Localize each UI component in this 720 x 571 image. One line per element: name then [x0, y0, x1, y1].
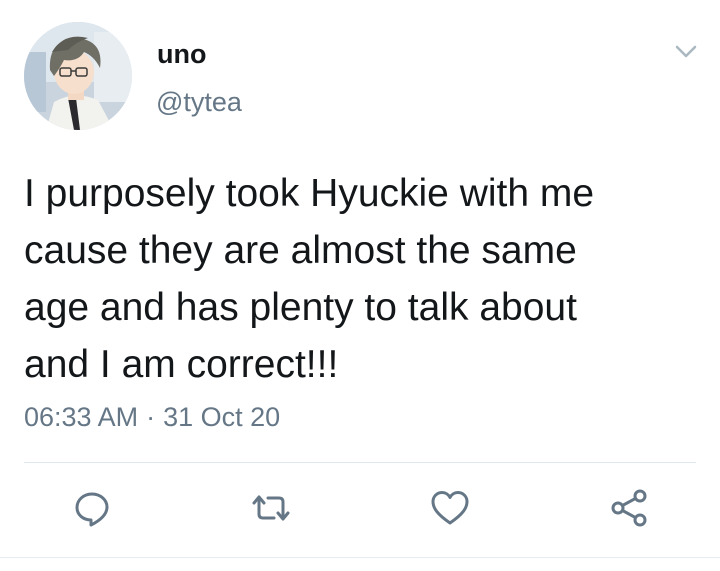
divider: [24, 462, 696, 463]
tweet-actions: [0, 488, 720, 532]
bottom-divider: [0, 557, 720, 558]
tweet-time: 06:33 AM: [24, 402, 139, 432]
avatar[interactable]: [24, 22, 132, 130]
retweet-button[interactable]: [249, 488, 293, 532]
share-button[interactable]: [607, 488, 651, 532]
tweet-card: uno @tytea I purposely took Hyuckie with…: [0, 0, 720, 571]
reply-button[interactable]: [70, 488, 114, 532]
share-icon: [608, 487, 650, 534]
user-handle[interactable]: @tytea: [156, 86, 242, 118]
heart-icon: [429, 488, 471, 533]
display-name[interactable]: uno: [157, 38, 206, 70]
tweet-date: 31 Oct 20: [163, 402, 281, 432]
tweet-timestamp[interactable]: 06:33 AM · 31 Oct 20: [24, 400, 280, 434]
meta-separator: ·: [146, 402, 156, 432]
like-button[interactable]: [428, 488, 472, 532]
retweet-icon: [250, 488, 292, 533]
tweet-text: I purposely took Hyuckie with me cause t…: [24, 172, 595, 386]
reply-icon: [72, 488, 112, 533]
chevron-down-icon[interactable]: [670, 36, 702, 68]
